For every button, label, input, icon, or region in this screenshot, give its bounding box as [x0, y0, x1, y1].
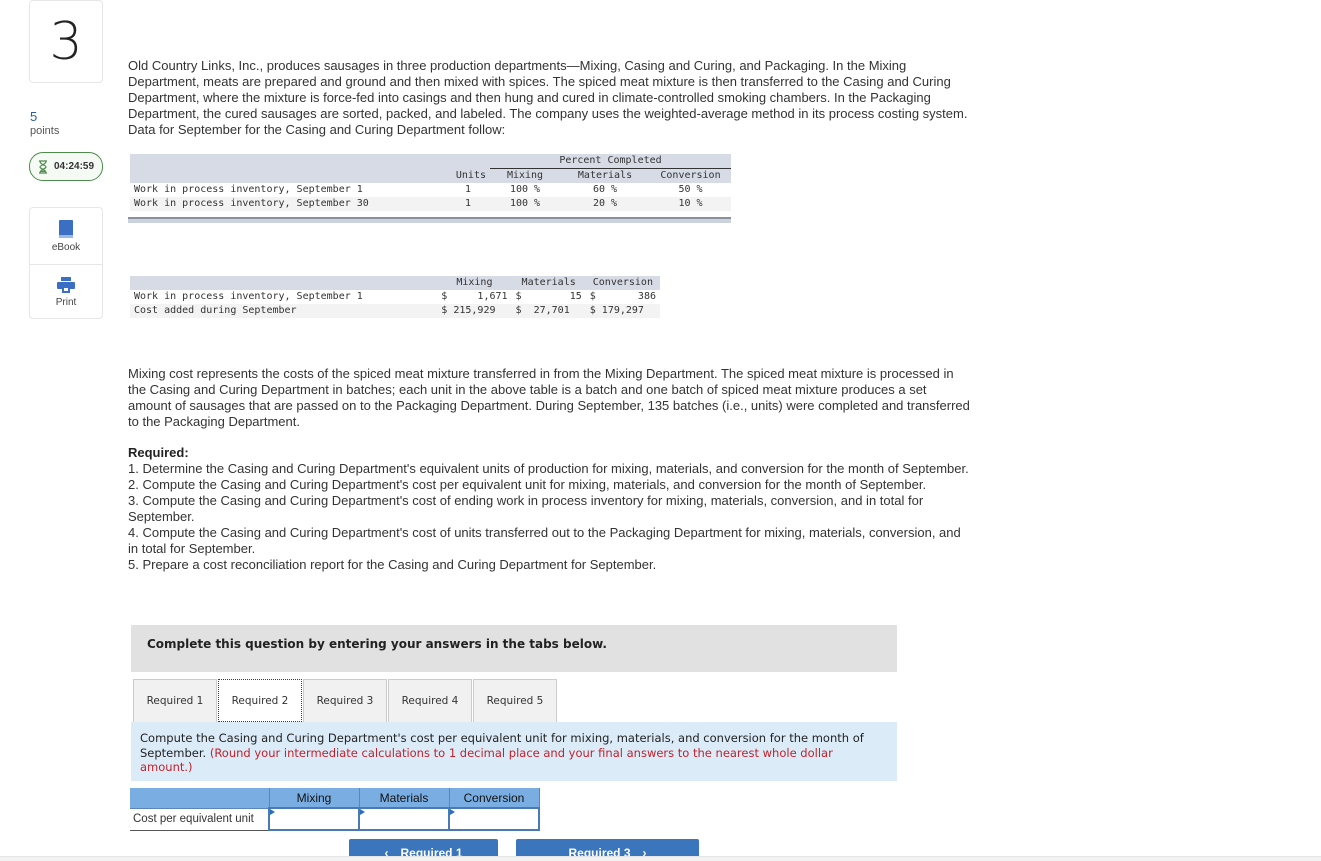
col-materials: Materials — [560, 168, 650, 183]
book-icon — [59, 219, 73, 238]
conversion-cost-input[interactable] — [450, 810, 538, 828]
required-item: 3. Compute the Casing and Curing Departm… — [128, 493, 924, 524]
points-value: 5 — [30, 109, 38, 124]
ebook-button[interactable]: eBook — [30, 208, 102, 264]
required-list: 1. Determine the Casing and Curing Depar… — [128, 461, 973, 573]
table-row: Cost added during September $ 215,929 $ … — [130, 304, 660, 318]
required-item: 5. Prepare a cost reconciliation report … — [128, 557, 657, 572]
table-row: Work in process inventory, September 30 … — [130, 197, 731, 211]
units-table: Percent Completed Units Mixing Materials… — [130, 154, 731, 211]
question-prompt: Compute the Casing and Curing Department… — [131, 722, 897, 781]
intro-paragraph: Old Country Links, Inc., produces sausag… — [128, 58, 968, 137]
instruction-banner: Complete this question by entering your … — [131, 625, 897, 672]
input-flag-icon — [450, 809, 455, 815]
print-label: Print — [55, 297, 77, 308]
col-mixing: Mixing — [490, 168, 560, 183]
required-item: 1. Determine the Casing and Curing Depar… — [128, 461, 969, 476]
mixing-paragraph: Mixing cost represents the costs of the … — [128, 366, 970, 429]
col-units: Units — [430, 168, 490, 183]
col-conversion: Conversion — [650, 168, 731, 183]
table-footer-bar — [128, 217, 731, 223]
tab-required-1[interactable]: Required 1 — [133, 679, 217, 722]
percent-completed-header: Percent Completed — [490, 154, 731, 169]
required-item: 2. Compute the Casing and Curing Departm… — [128, 477, 927, 492]
col-mixing: Mixing — [437, 276, 512, 290]
timer-text: 04:24:59 — [54, 161, 95, 172]
rounding-note: (Round your intermediate calculations to… — [140, 745, 833, 775]
col-conversion: Conversion — [448, 788, 540, 809]
tools-panel: eBook Print — [29, 207, 103, 319]
table-row: Work in process inventory, September 1 $… — [130, 290, 660, 304]
print-button[interactable]: Print — [30, 264, 102, 320]
tab-required-5[interactable]: Required 5 — [473, 679, 557, 722]
tab-required-3[interactable]: Required 3 — [303, 679, 387, 722]
col-mixing: Mixing — [268, 788, 360, 809]
timer-badge: 04:24:59 — [29, 152, 103, 181]
col-conversion: Conversion — [585, 276, 660, 290]
row-label: Cost per equivalent unit — [130, 808, 269, 831]
required-heading: Required: — [128, 445, 189, 460]
input-flag-icon — [270, 809, 275, 815]
table-row: Work in process inventory, September 1 1… — [130, 183, 731, 197]
cost-table: Mixing Materials Conversion Work in proc… — [130, 276, 660, 318]
materials-cost-input[interactable] — [360, 810, 448, 828]
points-label: points — [30, 125, 60, 137]
printer-icon — [57, 277, 75, 293]
table-row: Cost per equivalent unit — [130, 807, 540, 831]
answer-table: Mixing Materials Conversion Cost per equ… — [130, 788, 540, 831]
input-flag-icon — [360, 809, 365, 815]
tab-bar: Required 1 Required 2 Required 3 Require… — [133, 679, 557, 722]
tab-required-4[interactable]: Required 4 — [388, 679, 472, 722]
question-number: 3 — [29, 0, 103, 83]
ebook-label: eBook — [51, 241, 81, 253]
col-materials: Materials — [511, 276, 586, 290]
bottom-bar — [0, 856, 1321, 861]
required-item: 4. Compute the Casing and Curing Departm… — [128, 525, 961, 556]
mixing-cost-input[interactable] — [270, 810, 358, 828]
col-materials: Materials — [358, 788, 450, 809]
hourglass-icon — [38, 159, 48, 174]
tab-required-2[interactable]: Required 2 — [218, 679, 302, 722]
